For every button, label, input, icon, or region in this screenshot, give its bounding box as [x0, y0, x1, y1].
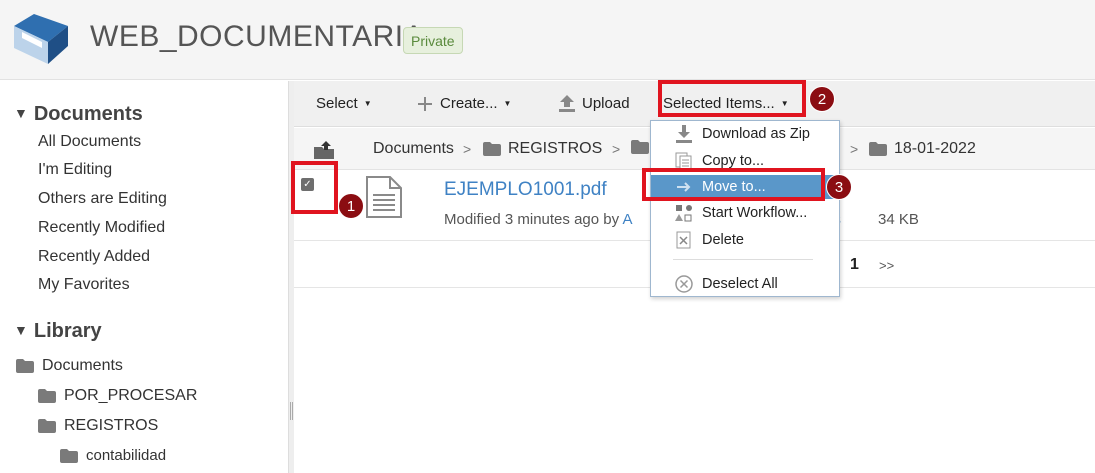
sidebar-link-my-favorites[interactable]: My Favorites: [38, 276, 130, 294]
menu-item-start-workflow[interactable]: Start Workflow...: [651, 201, 839, 225]
folder-icon: [38, 419, 56, 433]
document-icon[interactable]: [366, 176, 402, 218]
document-name-link[interactable]: EJEMPLO1001.pdf: [444, 179, 607, 201]
sidebar-link-all-documents[interactable]: All Documents: [38, 133, 141, 151]
tree-item-contabilidad[interactable]: contabilidad: [60, 447, 166, 464]
breadcrumb-separator: >: [463, 141, 472, 157]
menu-item-download-zip[interactable]: Download as Zip: [651, 122, 839, 146]
visibility-badge: Private: [403, 27, 463, 54]
deselect-icon: [675, 275, 693, 293]
sidebar-link-recently-modified[interactable]: Recently Modified: [38, 219, 165, 237]
next-page-link[interactable]: >>: [879, 258, 894, 273]
folder-icon: [483, 142, 501, 156]
menu-separator: [673, 259, 813, 260]
resize-grip-icon[interactable]: [290, 402, 293, 420]
page-number-current[interactable]: 1: [850, 256, 859, 274]
delete-icon: [676, 231, 691, 249]
collapse-triangle-icon[interactable]: ▼: [14, 322, 28, 338]
menu-item-deselect-all[interactable]: Deselect All: [651, 272, 839, 296]
document-modified-info: Modified 3 minutes ago by A: [444, 211, 633, 228]
tree-item-documents[interactable]: Documents: [16, 357, 123, 375]
caret-down-icon: ▼: [363, 99, 372, 108]
sidebar-link-recently-added[interactable]: Recently Added: [38, 248, 150, 266]
create-menu-button[interactable]: Create... ▼: [418, 95, 511, 112]
folder-icon: [631, 140, 649, 154]
folder-icon: [38, 389, 56, 403]
plus-icon: [418, 96, 432, 111]
tree-item-registros[interactable]: REGISTROS: [38, 417, 158, 435]
site-header: WEB_DOCUMENTARIA Private: [0, 0, 1095, 80]
folder-icon: [16, 359, 34, 373]
collapse-triangle-icon[interactable]: ▼: [14, 105, 28, 121]
site-title: WEB_DOCUMENTARIA: [90, 20, 425, 53]
annotation-number-1: 1: [338, 193, 364, 219]
upload-button[interactable]: Upload: [558, 95, 630, 112]
menu-item-delete[interactable]: Delete: [651, 228, 839, 252]
annotation-box-move-to: [642, 168, 825, 201]
breadcrumb-documents[interactable]: Documents: [373, 140, 454, 158]
annotation-number-2: 2: [809, 86, 835, 112]
breadcrumb-separator: >: [612, 141, 621, 157]
annotation-number-3: 3: [826, 174, 852, 200]
annotation-box-checkbox: [291, 161, 338, 214]
documents-section-heading[interactable]: ▼ Documents: [14, 103, 143, 126]
breadcrumb-separator: >: [850, 141, 859, 157]
breadcrumb-current-folder[interactable]: 18-01-2022: [869, 140, 976, 158]
download-icon: [676, 125, 692, 143]
parent-folder-icon[interactable]: [314, 141, 334, 159]
sidebar-link-others-editing[interactable]: Others are Editing: [38, 190, 167, 208]
document-author-link[interactable]: A: [622, 211, 632, 228]
sidebar-link-im-editing[interactable]: I'm Editing: [38, 161, 112, 179]
breadcrumb-registros[interactable]: REGISTROS: [483, 140, 602, 158]
document-size: 34 KB: [878, 211, 919, 228]
library-section-heading[interactable]: ▼ Library: [14, 320, 102, 343]
site-logo-icon: [14, 14, 68, 64]
select-menu-button[interactable]: Select ▼: [316, 95, 372, 112]
annotation-box-selected-items: [658, 80, 806, 117]
tree-item-por-procesar[interactable]: POR_PROCESAR: [38, 387, 197, 405]
selected-items-dropdown: Download as Zip Copy to... Move to... St…: [650, 120, 840, 297]
folder-icon: [60, 448, 78, 463]
caret-down-icon: ▼: [503, 99, 512, 108]
sidebar: ▼ Documents All Documents I'm Editing Oth…: [0, 81, 288, 473]
upload-icon: [559, 95, 575, 112]
folder-icon: [869, 142, 887, 156]
workflow-icon: [675, 205, 692, 222]
